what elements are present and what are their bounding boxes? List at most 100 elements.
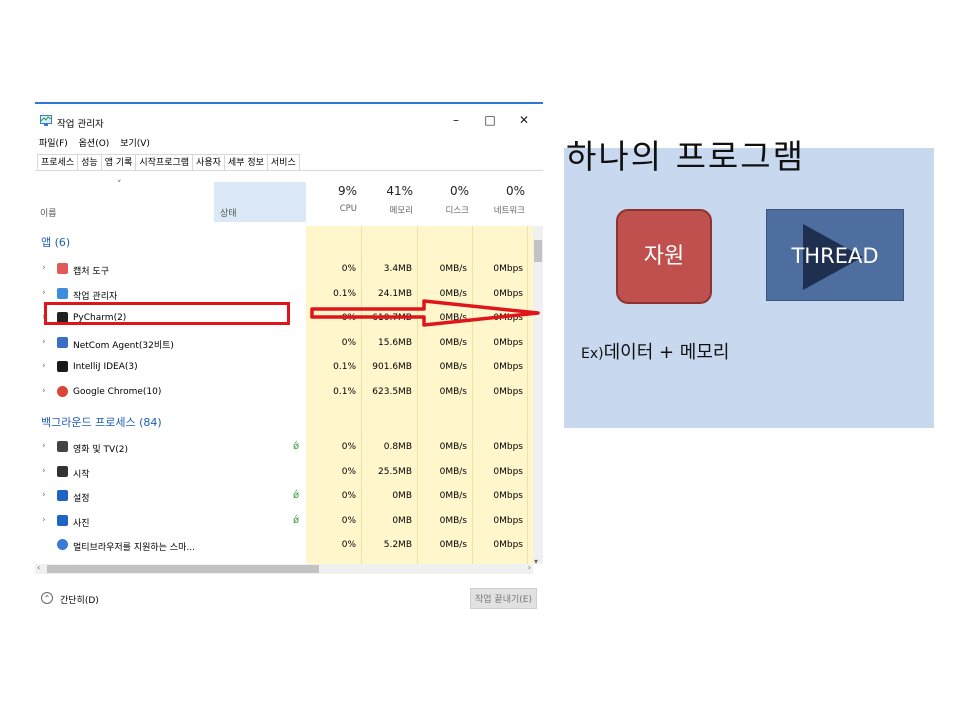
- table-row[interactable]: › 캡처 도구 0% 3.4MB 0MB/s 0Mbps: [35, 257, 533, 281]
- network-value: 0Mbps: [493, 491, 523, 501]
- column-status[interactable]: 상태: [220, 206, 237, 219]
- disk-value: 0MB/s: [439, 362, 467, 372]
- table-row[interactable]: 멀티브라우저를 지원하는 스마... 0% 5.2MB 0MB/s 0Mbps: [35, 533, 533, 557]
- column-memory[interactable]: 41% 메모리: [365, 184, 413, 216]
- chevron-up-icon[interactable]: ⌃: [41, 592, 53, 604]
- example-content: 데이터 + 메모리: [603, 342, 730, 363]
- cpu-value: 0.1%: [333, 362, 356, 372]
- window-title: 작업 관리자: [57, 119, 104, 130]
- process-name: NetCom Agent(32비트): [73, 340, 174, 351]
- memory-value: 24.1MB: [378, 288, 412, 299]
- scroll-left-icon[interactable]: ‹: [37, 563, 40, 572]
- process-name: 설정: [73, 494, 90, 504]
- table-row[interactable]: › NetCom Agent(32비트) 0% 15.6MB 0MB/s 0Mbps: [35, 331, 533, 355]
- vertical-scrollbar[interactable]: ▾: [533, 226, 543, 566]
- tab-startup[interactable]: 시작프로그램: [135, 154, 194, 170]
- disk-value: 0MB/s: [439, 540, 467, 550]
- process-name: 멀티브라우저를 지원하는 스마...: [73, 543, 195, 553]
- column-network[interactable]: 0% 네트워크: [475, 184, 525, 216]
- thread-box: THREAD: [766, 209, 904, 301]
- menu-view[interactable]: 보기(V): [120, 139, 150, 149]
- menu-options[interactable]: 옵션(O): [79, 139, 110, 149]
- network-value: 0Mbps: [493, 337, 523, 348]
- network-total: 0%: [505, 184, 525, 198]
- tab-details[interactable]: 세부 정보: [223, 154, 268, 170]
- memory-value: 25.5MB: [378, 466, 412, 477]
- process-name: 영화 및 TV(2): [73, 445, 128, 455]
- scroll-right-icon[interactable]: ›: [528, 563, 531, 572]
- network-value: 0Mbps: [493, 540, 523, 550]
- chevron-right-icon[interactable]: ›: [42, 263, 46, 273]
- memory-value: 0MB: [392, 491, 412, 501]
- horizontal-scrollbar[interactable]: ‹ ›: [35, 563, 533, 574]
- chevron-right-icon[interactable]: ›: [42, 386, 46, 396]
- maximize-button[interactable]: □: [483, 113, 497, 127]
- task-manager-window: 작업 관리자 – □ ✕ 파일(F) 옵션(O) 보기(V) 프로세스 성능 앱…: [35, 102, 543, 614]
- cpu-value: 0%: [341, 337, 356, 348]
- tab-app-history[interactable]: 앱 기록: [100, 154, 137, 170]
- settings-icon: [57, 490, 68, 501]
- column-name[interactable]: 이름: [40, 206, 57, 219]
- column-cpu[interactable]: 9% CPU: [315, 184, 357, 214]
- table-row[interactable]: › IntelliJ IDEA(3) 0.1% 901.6MB 0MB/s 0Mbps: [35, 355, 533, 379]
- cpu-value: 0%: [341, 491, 356, 501]
- chevron-right-icon[interactable]: ›: [42, 337, 46, 347]
- column-disk[interactable]: 0% 디스크: [421, 184, 469, 216]
- process-name: 캡처 도구: [73, 267, 109, 277]
- tab-processes[interactable]: 프로세스: [37, 154, 79, 170]
- horizontal-scroll-thumb[interactable]: [47, 565, 319, 573]
- menu-file[interactable]: 파일(F): [39, 139, 68, 149]
- cpu-value: 0%: [341, 442, 356, 452]
- disk-label: 디스크: [445, 206, 469, 216]
- chevron-right-icon[interactable]: ›: [42, 361, 46, 371]
- vertical-scroll-thumb[interactable]: [534, 240, 542, 262]
- network-value: 0Mbps: [493, 362, 523, 372]
- brief-view-link[interactable]: 간단히(D): [60, 593, 99, 606]
- disk-value: 0MB/s: [439, 337, 467, 348]
- cpu-label: CPU: [339, 204, 357, 214]
- scroll-down-icon[interactable]: ▾: [534, 557, 538, 566]
- cpu-value: 0%: [341, 540, 356, 550]
- pycharm-highlight-box: [44, 302, 290, 325]
- memory-value: 5.2MB: [383, 540, 412, 550]
- suspended-leaf-icon: ǿ: [293, 514, 300, 526]
- tab-services[interactable]: 서비스: [266, 154, 300, 170]
- end-task-button[interactable]: 작업 끝내기(E): [470, 588, 537, 609]
- tab-divider: [35, 170, 543, 171]
- chrome-icon: [57, 385, 68, 397]
- tab-users[interactable]: 사용자: [192, 154, 225, 170]
- chevron-right-icon[interactable]: ›: [42, 515, 46, 525]
- chevron-right-icon[interactable]: ›: [42, 441, 46, 451]
- sort-chevron-icon[interactable]: ˅: [117, 180, 122, 190]
- network-value: 0Mbps: [493, 264, 523, 274]
- chevron-right-icon[interactable]: ›: [42, 490, 46, 500]
- tab-performance[interactable]: 성능: [77, 154, 102, 170]
- cpu-value: 0%: [341, 515, 356, 526]
- network-value: 0Mbps: [493, 442, 523, 452]
- chevron-right-icon[interactable]: ›: [42, 466, 46, 476]
- thread-label: THREAD: [791, 244, 879, 268]
- network-label: 네트워크: [493, 206, 525, 216]
- group-background: 백그라운드 프로세스 (84): [41, 416, 162, 429]
- table-row[interactable]: › Google Chrome(10) 0.1% 623.5MB 0MB/s 0Mbps: [35, 380, 533, 404]
- memory-value: 901.6MB: [372, 362, 412, 372]
- table-row[interactable]: › 시작 0% 25.5MB 0MB/s 0Mbps: [35, 460, 533, 484]
- tab-strip: 프로세스 성능 앱 기록 시작프로그램 사용자 세부 정보 서비스: [37, 154, 300, 170]
- photos-icon: [57, 514, 68, 526]
- table-row[interactable]: › 사진 ǿ 0% 0MB 0MB/s 0Mbps: [35, 509, 533, 533]
- memory-value: 623.5MB: [372, 386, 412, 397]
- title-bar: 작업 관리자 – □ ✕: [35, 108, 543, 132]
- process-name: Google Chrome(10): [73, 386, 162, 397]
- table-row[interactable]: › 설정 ǿ 0% 0MB 0MB/s 0Mbps: [35, 484, 533, 508]
- disk-value: 0MB/s: [439, 386, 467, 397]
- minimize-button[interactable]: –: [449, 113, 463, 127]
- process-name: 사진: [73, 518, 90, 529]
- menu-bar: 파일(F) 옵션(O) 보기(V): [39, 136, 158, 149]
- chevron-right-icon[interactable]: ›: [42, 288, 46, 298]
- disk-value: 0MB/s: [439, 442, 467, 452]
- network-value: 0Mbps: [493, 288, 523, 299]
- disk-value: 0MB/s: [439, 515, 467, 526]
- red-arrow-icon: [310, 299, 540, 327]
- close-button[interactable]: ✕: [517, 113, 531, 127]
- table-row[interactable]: › 영화 및 TV(2) ǿ 0% 0.8MB 0MB/s 0Mbps: [35, 435, 533, 459]
